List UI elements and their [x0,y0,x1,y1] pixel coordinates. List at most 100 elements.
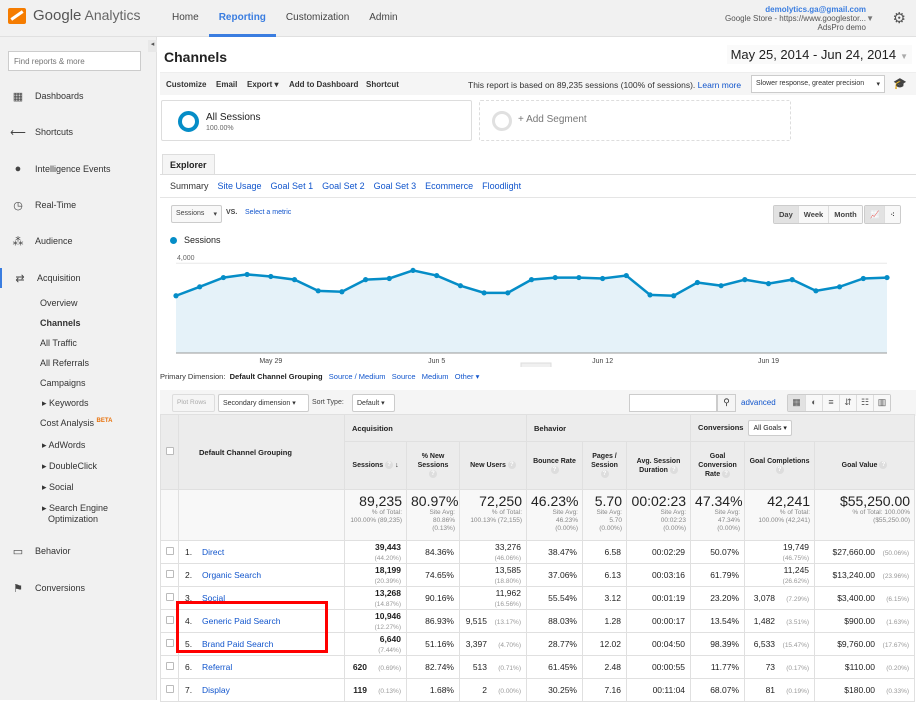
account-selector[interactable]: demolytics.ga@gmail.com Google Store - h… [725,5,866,32]
sidebar-item-behavior[interactable]: ▭ Behavior [0,541,157,561]
comparison-view-icon[interactable]: ⇵ [839,395,856,411]
help-icon[interactable]: ? [550,465,559,474]
subtab-summary[interactable]: Summary [170,181,209,191]
help-icon[interactable]: ? [879,461,888,470]
pie-chart-view-icon[interactable]: ◐ [805,395,822,411]
term-cloud-view-icon[interactable]: ☷ [856,395,873,411]
add-segment-button[interactable]: + Add Segment [479,100,791,141]
account-caret-icon[interactable]: ▼ [866,14,874,23]
nav-reporting[interactable]: Reporting [208,0,276,37]
sidebar-item-conversions[interactable]: ⚑ Conversions [0,578,157,598]
row-checkbox[interactable] [165,593,174,601]
subtab-site-usage[interactable]: Site Usage [218,181,262,191]
graduation-cap-icon[interactable]: 🎓 [893,77,907,90]
col-bounce-rate[interactable]: Bounce Rate? [526,441,583,490]
row-checkbox[interactable] [165,662,174,670]
plot-rows-button[interactable]: Plot Rows [172,394,215,412]
help-icon[interactable]: ? [600,470,609,479]
col-pages-session[interactable]: Pages / Session? [582,441,627,490]
sidebar-sub-adwords[interactable]: ▸ AdWords [42,440,85,451]
shortcut-button[interactable]: Shortcut [366,80,399,89]
sidebar-item-audience[interactable]: ⁂ Audience [0,231,157,251]
metric-select[interactable]: Sessions ▾ [171,205,222,223]
subtab-goal-set-2[interactable]: Goal Set 2 [322,181,365,191]
sidebar-sub-campaigns[interactable]: Campaigns [40,378,86,388]
col-new-users[interactable]: New Users ? [459,441,527,490]
sidebar-sub-doubleclick[interactable]: ▸ DoubleClick [42,461,97,472]
nav-customization[interactable]: Customization [276,0,359,37]
customize-button[interactable]: Customize [166,80,206,89]
sidebar-item-intelligence-events[interactable]: ● Intelligence Events [0,159,157,179]
sidebar-item-real-time[interactable]: ◷ Real-Time [0,195,157,215]
dimension-source-medium[interactable]: Source / Medium [329,372,386,381]
sidebar-item-shortcuts[interactable]: ⟵ Shortcuts [0,122,157,142]
gear-icon[interactable]: ⚙ [893,9,906,27]
help-icon[interactable]: ? [507,461,516,470]
collapse-sidebar-icon[interactable]: ◂ [148,40,157,52]
date-range-picker[interactable]: May 25, 2014 - Jun 24, 2014 ▼ [726,45,912,64]
dimension-header[interactable]: Default Channel Grouping [178,414,345,490]
segment-all-sessions[interactable]: All Sessions 100.00% [161,100,472,141]
col-new-sessions[interactable]: % New Sessions? [406,441,460,490]
help-icon[interactable]: ? [669,465,678,474]
dimension-medium[interactable]: Medium [422,372,449,381]
help-icon[interactable]: ? [775,465,784,474]
secondary-dimension-select[interactable]: Secondary dimension ▾ [218,394,309,412]
row-checkbox[interactable] [165,570,174,578]
channel-link[interactable]: Display [202,685,230,695]
add-to-dashboard-button[interactable]: Add to Dashboard [289,80,358,89]
help-icon[interactable]: ? [429,470,437,479]
email-button[interactable]: Email [216,80,237,89]
col-goal-completions[interactable]: Goal Completions? [744,441,816,490]
data-table-view-icon[interactable]: ▦ [788,395,805,411]
col-goal-conversion-rate[interactable]: Goal Conversion Rate ? [690,441,746,490]
precision-select[interactable]: Slower response, greater precision ▾ [751,75,885,93]
day-button[interactable]: Day [774,206,798,223]
export-button[interactable]: Export ▾ [247,80,279,89]
performance-view-icon[interactable]: ≡ [822,395,839,411]
week-button[interactable]: Week [797,206,829,223]
row-checkbox[interactable] [165,685,174,693]
row-checkbox[interactable] [165,547,174,555]
subtab-goal-set-1[interactable]: Goal Set 1 [271,181,314,191]
row-checkbox[interactable] [165,639,174,647]
channel-link[interactable]: Referral [202,662,232,672]
select-all-checkbox[interactable] [165,447,174,455]
learn-more-link[interactable]: Learn more [698,80,741,90]
sidebar-sub-seo[interactable]: ▸ Search Engine [42,503,108,514]
channel-link[interactable]: Organic Search [202,570,261,580]
advanced-filter-link[interactable]: advanced [741,398,776,407]
find-reports-input[interactable] [8,51,141,71]
motion-chart-icon[interactable]: ⁖ [884,206,900,223]
google-analytics-logo[interactable]: Google Analytics [8,7,141,24]
sort-type-select[interactable]: Default ▾ [352,394,395,412]
col-avg-duration[interactable]: Avg. Session Duration ? [625,441,692,490]
dimension-source[interactable]: Source [392,372,416,381]
select-metric-link[interactable]: Select a metric [245,209,291,216]
table-search-input[interactable] [629,394,717,412]
col-goal-value[interactable]: Goal Value ? [814,441,916,490]
subtab-ecommerce[interactable]: Ecommerce [425,181,473,191]
sidebar-item-dashboards[interactable]: ▦ Dashboards [0,86,157,106]
tab-explorer[interactable]: Explorer [162,154,215,174]
channel-link[interactable]: Direct [202,547,224,557]
nav-admin[interactable]: Admin [359,0,407,37]
search-icon[interactable]: ⚲ [717,394,736,412]
sidebar-sub-all-referrals[interactable]: All Referrals [40,358,89,368]
subtab-floodlight[interactable]: Floodlight [482,181,521,191]
goal-select[interactable]: All Goals ▾ [748,420,792,436]
row-checkbox[interactable] [165,616,174,624]
nav-home[interactable]: Home [162,0,209,37]
help-icon[interactable]: ? [722,470,731,479]
sidebar-sub-cost-analysis[interactable]: Cost Analysis BETA [40,418,112,428]
line-chart-icon[interactable]: 📈 [865,206,885,223]
sidebar-sub-social[interactable]: ▸ Social [42,482,74,493]
sidebar-sub-overview[interactable]: Overview [40,298,78,308]
pivot-view-icon[interactable]: ▥ [873,395,890,411]
sidebar-sub-seo-line2[interactable]: Optimization [48,514,98,524]
help-icon[interactable]: ? [385,461,394,470]
subtab-goal-set-3[interactable]: Goal Set 3 [374,181,417,191]
sidebar-item-acquisition[interactable]: ⇄ Acquisition [0,268,157,288]
sidebar-sub-keywords[interactable]: ▸ Keywords [42,398,89,409]
month-button[interactable]: Month [828,206,862,223]
